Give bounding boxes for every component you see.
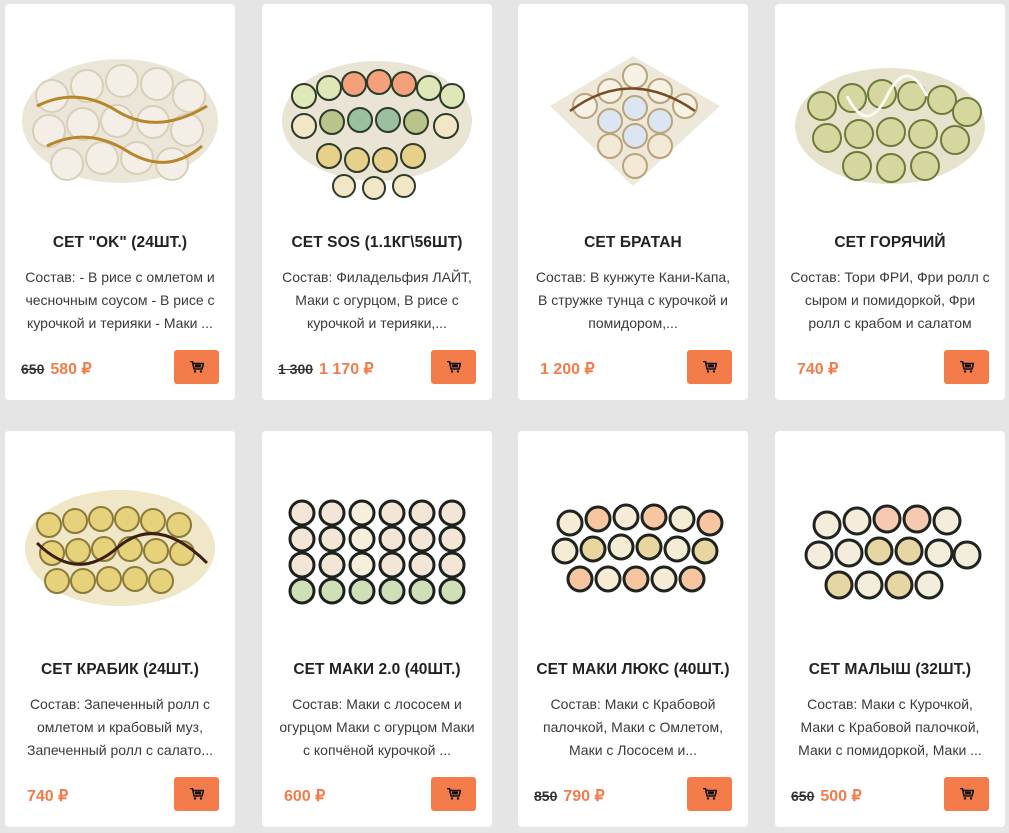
add-to-cart-button[interactable]: [174, 350, 219, 384]
product-image[interactable]: [530, 26, 736, 216]
sushi-set-photo: [22, 59, 218, 183]
add-to-cart-button[interactable]: [687, 350, 732, 384]
product-image[interactable]: [530, 453, 736, 643]
product-card[interactable]: СЕТ МАКИ ЛЮКС (40ШТ.) Состав: Маки с Кра…: [518, 431, 748, 827]
add-to-cart-button[interactable]: [431, 350, 476, 384]
current-price: 1 200 ₽: [540, 361, 595, 378]
price-row: 650 500 ₽: [791, 779, 862, 813]
sushi-set-photo: [288, 499, 466, 605]
product-card[interactable]: СЕТ SOS (1.1КГ\56ШТ) Состав: Филадельфия…: [262, 4, 492, 400]
cart-icon: [189, 361, 204, 373]
product-description: Состав: Запеченный ролл с омлетом и краб…: [27, 696, 213, 758]
price-row: 1 300 1 170 ₽: [278, 352, 374, 386]
sushi-set-photo: [795, 68, 985, 184]
old-price: 650: [21, 361, 45, 377]
product-description: Состав: - В рисе с омлетом и чесночным с…: [25, 269, 215, 331]
add-to-cart-button[interactable]: [174, 777, 219, 811]
product-description: Состав: Маки с Крабовой палочкой, Маки с…: [542, 696, 724, 758]
add-to-cart-button[interactable]: [687, 777, 732, 811]
product-card[interactable]: СЕТ КРАБИК (24ШТ.) Состав: Запеченный ро…: [5, 431, 235, 827]
cart-icon: [446, 788, 461, 800]
cart-icon: [959, 788, 974, 800]
product-title[interactable]: СЕТ SOS (1.1КГ\56ШТ): [268, 234, 486, 252]
cart-icon: [959, 361, 974, 373]
add-to-cart-button[interactable]: [944, 777, 989, 811]
price-row: 740 ₽: [21, 779, 68, 813]
product-title[interactable]: СЕТ ГОРЯЧИЙ: [781, 234, 999, 252]
product-title[interactable]: СЕТ КРАБИК (24ШТ.): [11, 661, 229, 679]
product-description: Состав: Маки с лососем и огурцом Маки с …: [279, 696, 475, 758]
product-image[interactable]: [787, 453, 993, 643]
cart-icon: [446, 361, 461, 373]
price-row: 850 790 ₽: [534, 779, 605, 813]
sushi-set-photo: [25, 490, 215, 606]
cart-icon: [702, 361, 717, 373]
sushi-set-photo: [550, 56, 720, 186]
cart-icon: [189, 788, 204, 800]
product-description: Состав: В кунжуте Кани-Капа, В стружке т…: [535, 269, 731, 331]
current-price: 600 ₽: [284, 788, 326, 805]
cart-icon: [702, 788, 717, 800]
product-description: Состав: Тори ФРИ, Фри ролл с сыром и пом…: [790, 269, 990, 331]
product-description: Состав: Маки с Курочкой, Маки с Крабовой…: [798, 696, 982, 758]
old-price: 850: [534, 788, 558, 804]
current-price: 580 ₽: [50, 361, 92, 378]
product-title[interactable]: СЕТ МАЛЫШ (32ШТ.): [781, 661, 999, 679]
old-price: 650: [791, 788, 815, 804]
product-card[interactable]: СЕТ ГОРЯЧИЙ Состав: Тори ФРИ, Фри ролл с…: [775, 4, 1005, 400]
product-description: Состав: Филадельфия ЛАЙТ, Маки с огурцом…: [282, 269, 472, 331]
product-card[interactable]: СЕТ БРАТАН Состав: В кунжуте Кани-Капа, …: [518, 4, 748, 400]
product-image[interactable]: [274, 26, 480, 216]
sushi-set-photo: [282, 61, 472, 200]
price-row: 740 ₽: [791, 352, 838, 386]
current-price: 740 ₽: [797, 361, 839, 378]
current-price: 500 ₽: [820, 788, 862, 805]
sushi-set-photo: [804, 504, 982, 600]
product-title[interactable]: СЕТ МАКИ 2.0 (40ШТ.): [268, 661, 486, 679]
add-to-cart-button[interactable]: [944, 350, 989, 384]
product-card[interactable]: СЕТ "OK" (24ШТ.) Состав: - В рисе с омле…: [5, 4, 235, 400]
current-price: 740 ₽: [27, 788, 69, 805]
product-image[interactable]: [17, 453, 223, 643]
price-row: 600 ₽: [278, 779, 325, 813]
current-price: 1 170 ₽: [319, 361, 374, 378]
product-title[interactable]: СЕТ "OK" (24ШТ.): [11, 234, 229, 252]
product-title[interactable]: СЕТ МАКИ ЛЮКС (40ШТ.): [524, 661, 742, 679]
product-image[interactable]: [274, 453, 480, 643]
sushi-set-photo: [551, 503, 724, 593]
product-image[interactable]: [787, 26, 993, 216]
price-row: 650 580 ₽: [21, 352, 92, 386]
current-price: 790 ₽: [563, 788, 605, 805]
add-to-cart-button[interactable]: [431, 777, 476, 811]
product-image[interactable]: [17, 26, 223, 216]
product-card[interactable]: СЕТ МАКИ 2.0 (40ШТ.) Состав: Маки с лосо…: [262, 431, 492, 827]
price-row: 1 200 ₽: [534, 352, 595, 386]
product-grid: СЕТ "OK" (24ШТ.) Состав: - В рисе с омле…: [0, 0, 1009, 833]
product-title[interactable]: СЕТ БРАТАН: [524, 234, 742, 252]
old-price: 1 300: [278, 361, 314, 377]
product-card[interactable]: СЕТ МАЛЫШ (32ШТ.) Состав: Маки с Курочко…: [775, 431, 1005, 827]
